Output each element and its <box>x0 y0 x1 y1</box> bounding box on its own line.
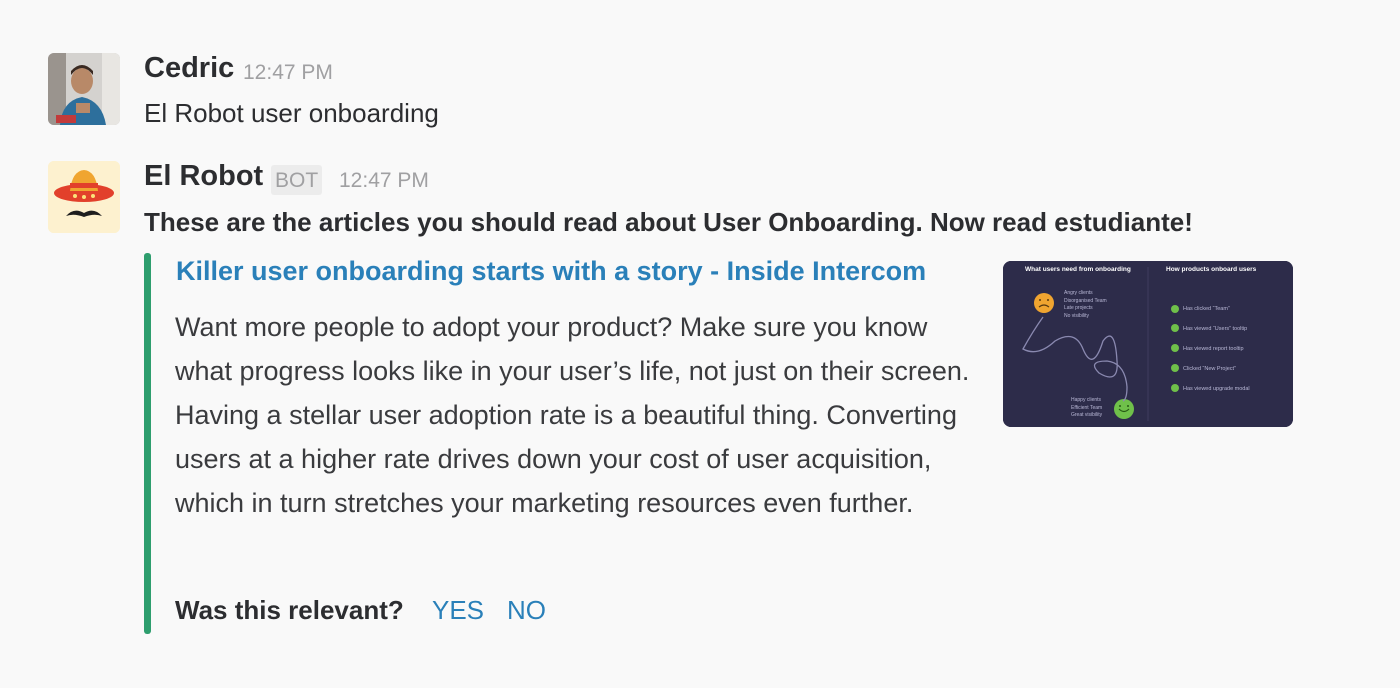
attachment-description: Want more people to adopt your product? … <box>175 312 970 518</box>
avatar[interactable] <box>48 161 120 233</box>
relevance-question: Was this relevant? <box>175 595 404 625</box>
list-item: Has clicked “Team” <box>1183 306 1230 312</box>
sombrero-mustache-icon <box>48 161 120 233</box>
yes-button[interactable]: YES <box>432 595 484 626</box>
message-text: El Robot user onboarding <box>144 98 439 128</box>
message-timestamp[interactable]: 12:47 PM <box>243 61 333 85</box>
list-item: Happy clients <box>1071 397 1102 403</box>
message-author[interactable]: El Robot <box>144 160 263 193</box>
bot-badge: BOT <box>271 165 323 195</box>
list-item: Disorganised Team <box>1064 297 1107 304</box>
list-item: No visibility <box>1064 312 1090 319</box>
thumbnail-left-heading: What users need from onboarding <box>1025 266 1131 273</box>
attachment-title-link[interactable]: Killer user onboarding starts with a sto… <box>176 256 926 287</box>
thumbnail-left-bottom-list: Happy clients Efficient Team Great visib… <box>1071 397 1102 420</box>
no-button[interactable]: NO <box>507 595 546 626</box>
list-item: Angry clients <box>1064 290 1093 296</box>
attachment-thumbnail[interactable]: What users need from onboarding How prod… <box>1003 261 1293 427</box>
list-item: Has viewed report tooltip <box>1183 346 1244 352</box>
avatar[interactable] <box>48 53 120 125</box>
message-text: These are the articles you should read a… <box>144 207 1193 237</box>
message-author[interactable]: Cedric <box>144 52 234 85</box>
list-item: Has viewed “Users” tooltip <box>1183 326 1248 332</box>
list-item: Has viewed upgrade modal <box>1183 386 1250 392</box>
attachment-accent-bar <box>144 253 151 634</box>
message-timestamp[interactable]: 12:47 PM <box>339 169 429 193</box>
list-item: Clicked “New Project” <box>1183 366 1236 372</box>
thumbnail-right-heading: How products onboard users <box>1166 266 1257 273</box>
list-item: Great visibility <box>1071 412 1103 418</box>
user-photo-icon <box>48 53 120 125</box>
thumbnail-left-top-list: Angry clients Disorganised Team Late pro… <box>1064 290 1107 320</box>
thumbnail-right-list: Has clicked “Team” Has viewed “Users” to… <box>1183 305 1250 405</box>
list-item: Late projects <box>1064 305 1093 311</box>
list-item: Efficient Team <box>1071 404 1103 411</box>
